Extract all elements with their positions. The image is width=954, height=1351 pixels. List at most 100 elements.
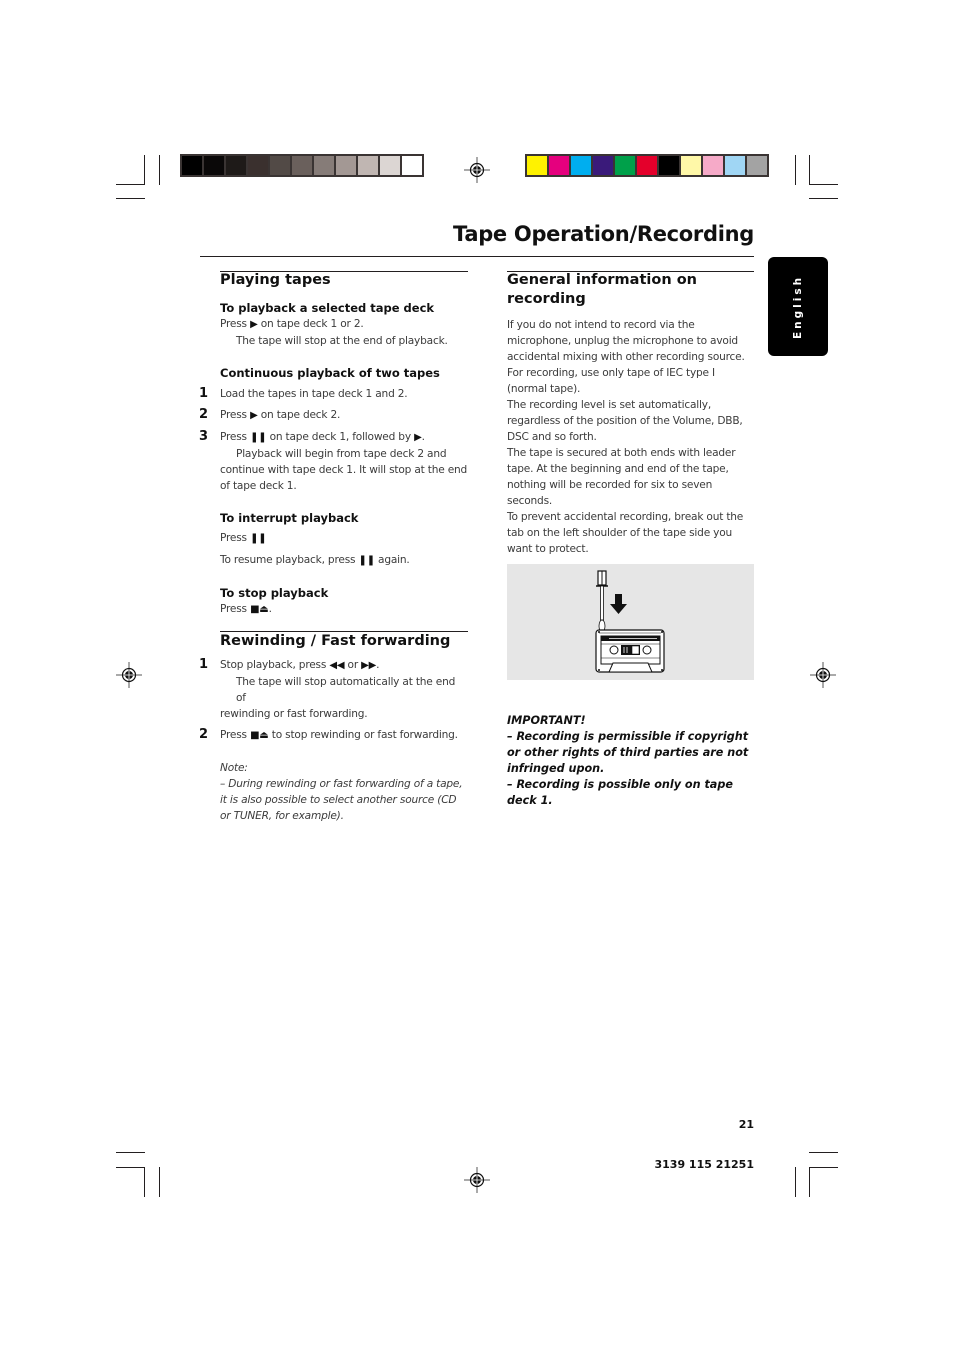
- crop-mark: [809, 1167, 838, 1168]
- title-rule: [200, 256, 754, 257]
- part-number: 3139 115 21251: [654, 1158, 754, 1171]
- paragraph: For recording, use only tape of IEC type…: [507, 367, 715, 395]
- section-heading-playing-tapes: Playing tapes: [220, 272, 331, 288]
- color-swatch: [292, 156, 312, 175]
- step-number: 3: [199, 429, 208, 444]
- pause-icon: ❚❚: [250, 533, 267, 544]
- page-title: Tape Operation/Recording: [453, 222, 754, 246]
- registration-mark-icon: [464, 157, 490, 183]
- paragraph: If you do not intend to record via the m…: [507, 319, 745, 363]
- rewind-icon: ◀◀: [329, 660, 345, 671]
- color-swatch: [549, 156, 569, 175]
- color-swatch: [725, 156, 745, 175]
- color-swatch: [204, 156, 224, 175]
- crop-mark: [116, 1152, 145, 1153]
- color-swatch: [659, 156, 679, 175]
- color-swatch: [358, 156, 378, 175]
- instruction-note: The tape will stop at the end of playbac…: [236, 335, 448, 347]
- paragraphs: If you do not intend to record via the m…: [507, 317, 754, 557]
- color-swatch: [314, 156, 334, 175]
- text: or: [347, 659, 359, 671]
- step-number: 1: [199, 386, 208, 401]
- step-item: 1 Load the tapes in tape deck 1 and 2.: [199, 386, 468, 402]
- section-rule: [220, 631, 468, 632]
- subheading-stop-playback: To stop playback: [220, 586, 329, 600]
- text: Press: [220, 431, 247, 443]
- section-heading-general-recording: General information on recording: [507, 272, 697, 307]
- color-swatch: [637, 156, 657, 175]
- crop-mark: [116, 198, 145, 199]
- important-item: – Recording is permissible if copyright …: [507, 730, 749, 775]
- pause-icon: ❚❚: [358, 555, 376, 566]
- crop-mark: [809, 155, 810, 185]
- text: Press: [220, 318, 247, 330]
- text: Press: [220, 603, 247, 615]
- paragraph: The recording level is set automatically…: [507, 399, 743, 443]
- pause-icon: ❚❚: [250, 432, 267, 443]
- cassette-illustration: [507, 564, 754, 680]
- rewinding-section: Rewinding / Fast forwarding 1 Stop playb…: [199, 631, 468, 824]
- subheading-selected-deck: To playback a selected tape deck: [220, 301, 435, 315]
- left-column: Playing tapes To playback a selected tap…: [199, 271, 468, 618]
- note-text: – During rewinding or fast forwarding of…: [220, 778, 463, 822]
- play-icon: ▶: [414, 432, 422, 443]
- color-swatch: [703, 156, 723, 175]
- step-note: Playback will begin from tape deck 2 and: [236, 448, 447, 460]
- instruction-line: Press ❚❚: [220, 530, 468, 547]
- crop-mark: [795, 155, 796, 185]
- paragraph: To prevent accidental recording, break o…: [507, 511, 744, 555]
- text: .: [376, 659, 380, 671]
- crop-mark: [809, 1152, 838, 1153]
- text: Press: [220, 729, 247, 741]
- crop-mark: [809, 184, 838, 185]
- color-swatch: [248, 156, 268, 175]
- instruction-line: To resume playback, press ❚❚ again.: [220, 552, 468, 569]
- step-number: 2: [199, 407, 208, 422]
- stop-eject-icon: ■⏏: [250, 730, 269, 741]
- step-item: 2 Press ▶ on tape deck 2.: [199, 407, 468, 424]
- color-swatch: [615, 156, 635, 175]
- cassette-tab-removal-icon: [595, 570, 665, 673]
- crop-mark: [116, 184, 145, 185]
- text: .: [421, 431, 425, 443]
- crop-mark: [116, 1167, 145, 1168]
- text: on tape deck 1, followed by: [269, 431, 412, 443]
- right-column: General information on recording If you …: [507, 271, 754, 557]
- color-swatch: [593, 156, 613, 175]
- color-swatch: [681, 156, 701, 175]
- important-item: – Recording is possible only on tape dec…: [507, 778, 733, 807]
- text: To resume playback, press: [220, 554, 356, 566]
- color-swatch: [182, 156, 202, 175]
- text: to stop rewinding or fast forwarding.: [271, 729, 458, 741]
- color-swatch: [571, 156, 591, 175]
- play-icon: ▶: [250, 410, 258, 421]
- section-rule: [507, 271, 754, 272]
- color-swatch: [747, 156, 767, 175]
- step-note: continue with tape deck 1. It will stop …: [220, 464, 468, 492]
- color-swatch: [527, 156, 547, 175]
- step-number: 2: [199, 727, 208, 742]
- crop-mark: [159, 155, 160, 185]
- text: Press: [220, 532, 247, 544]
- paragraph: The tape is secured at both ends with le…: [507, 447, 736, 507]
- crop-mark: [795, 1167, 796, 1197]
- text: Press: [220, 409, 247, 421]
- section-rule: [220, 271, 468, 272]
- instruction-line: Press ■⏏.: [220, 601, 468, 618]
- color-swatch: [270, 156, 290, 175]
- step-item: 2 Press ■⏏ to stop rewinding or fast for…: [199, 727, 468, 744]
- language-tab: English: [768, 257, 828, 356]
- text: again.: [378, 554, 410, 566]
- note-label: Note:: [220, 762, 248, 774]
- important-notice: IMPORTANT! – Recording is permissible if…: [507, 713, 757, 809]
- text: on tape deck 2.: [260, 409, 341, 421]
- play-icon: ▶: [250, 319, 258, 330]
- subheading-interrupt-playback: To interrupt playback: [220, 511, 359, 525]
- color-swatch: [226, 156, 246, 175]
- step-note: The tape will stop automatically at the …: [236, 676, 456, 704]
- language-tab-label: English: [792, 274, 804, 339]
- step-number: 1: [199, 657, 208, 672]
- fast-forward-icon: ▶▶: [361, 660, 377, 671]
- step-item: 3 Press ❚❚ on tape deck 1, followed by ▶…: [199, 429, 468, 494]
- crop-mark: [809, 198, 838, 199]
